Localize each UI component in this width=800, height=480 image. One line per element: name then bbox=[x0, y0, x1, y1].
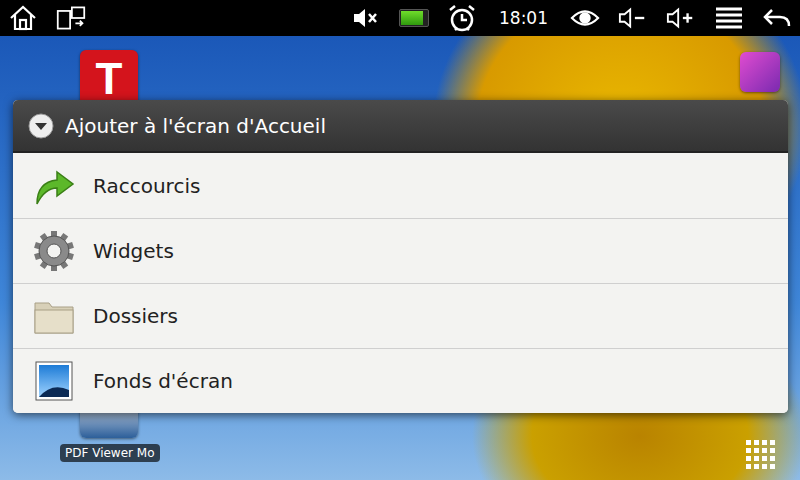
option-label: Raccourcis bbox=[93, 174, 200, 198]
wallpaper-icon bbox=[34, 360, 74, 402]
shortcut-arrow-icon bbox=[33, 166, 75, 206]
screen: 18:01 T PDF Viewer Mo Ajouter à l'écran d'A… bbox=[0, 0, 800, 480]
option-label: Dossiers bbox=[93, 304, 178, 328]
alarm-icon bbox=[447, 3, 477, 33]
app-label[interactable]: PDF Viewer Mo bbox=[60, 444, 160, 462]
dialog-header: Ajouter à l'écran d'Accueil bbox=[13, 100, 788, 153]
dialog-option[interactable]: Fonds d'écran bbox=[13, 348, 788, 413]
sound-status bbox=[351, 3, 381, 33]
volume-up-icon bbox=[666, 6, 696, 30]
mute-icon bbox=[352, 6, 380, 30]
gear-icon bbox=[33, 230, 75, 272]
volume-up-button[interactable] bbox=[666, 3, 696, 33]
dialog-option[interactable]: Raccourcis bbox=[13, 153, 788, 218]
app-logo: T bbox=[96, 54, 123, 104]
add-to-home-dialog: Ajouter à l'écran d'Accueil Raccourcis Wid… bbox=[13, 100, 788, 413]
status-bar: 18:01 bbox=[0, 0, 800, 36]
dialog-option[interactable]: Widgets bbox=[13, 218, 788, 283]
battery-icon bbox=[399, 9, 429, 27]
app-drawer-button[interactable] bbox=[744, 438, 776, 470]
home-screen: T PDF Viewer Mo Ajouter à l'écran d'Accuei… bbox=[0, 36, 800, 480]
dialog-title: Ajouter à l'écran d'Accueil bbox=[65, 114, 326, 138]
folder-icon bbox=[33, 297, 75, 335]
home-button[interactable] bbox=[8, 3, 38, 33]
alarm-status bbox=[447, 3, 477, 33]
menu-button[interactable] bbox=[714, 3, 744, 33]
app-icon[interactable] bbox=[740, 52, 780, 92]
option-label: Widgets bbox=[93, 239, 174, 263]
recent-apps-icon bbox=[56, 4, 86, 32]
eye-button[interactable] bbox=[570, 3, 600, 33]
back-icon bbox=[762, 6, 792, 30]
home-icon bbox=[8, 4, 38, 32]
menu-icon bbox=[715, 6, 743, 30]
eye-icon bbox=[570, 7, 600, 29]
clock: 18:01 bbox=[495, 8, 552, 28]
option-label: Fonds d'écran bbox=[93, 369, 233, 393]
recent-apps-button[interactable] bbox=[56, 3, 86, 33]
volume-down-button[interactable] bbox=[618, 3, 648, 33]
collapse-icon bbox=[27, 112, 55, 140]
back-button[interactable] bbox=[762, 3, 792, 33]
volume-down-icon bbox=[618, 6, 648, 30]
dialog-option[interactable]: Dossiers bbox=[13, 283, 788, 348]
